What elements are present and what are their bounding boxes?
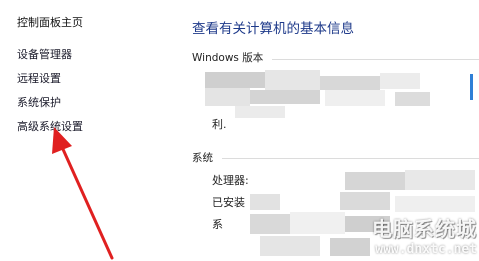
system-section-heading: 系统 bbox=[192, 152, 213, 164]
divider bbox=[222, 158, 479, 159]
windows-edition-heading: Windows 版本 bbox=[192, 52, 264, 64]
watermark: 电脑系统城 www.dnxtc.net bbox=[372, 213, 477, 257]
edition-partial-text: 利. bbox=[212, 118, 227, 131]
watermark-url: www.dnxtc.net bbox=[375, 242, 477, 257]
system-type-label: 系 bbox=[212, 218, 223, 231]
divider bbox=[272, 59, 479, 60]
blurred-edition-info bbox=[205, 70, 475, 122]
page-title: 查看有关计算机的基本信息 bbox=[192, 21, 354, 37]
watermark-title: 电脑系统城 bbox=[372, 217, 477, 241]
windows-logo-fragment bbox=[470, 74, 473, 100]
installed-memory-label: 已安装 bbox=[212, 196, 245, 209]
processor-label: 处理器: bbox=[212, 174, 249, 187]
